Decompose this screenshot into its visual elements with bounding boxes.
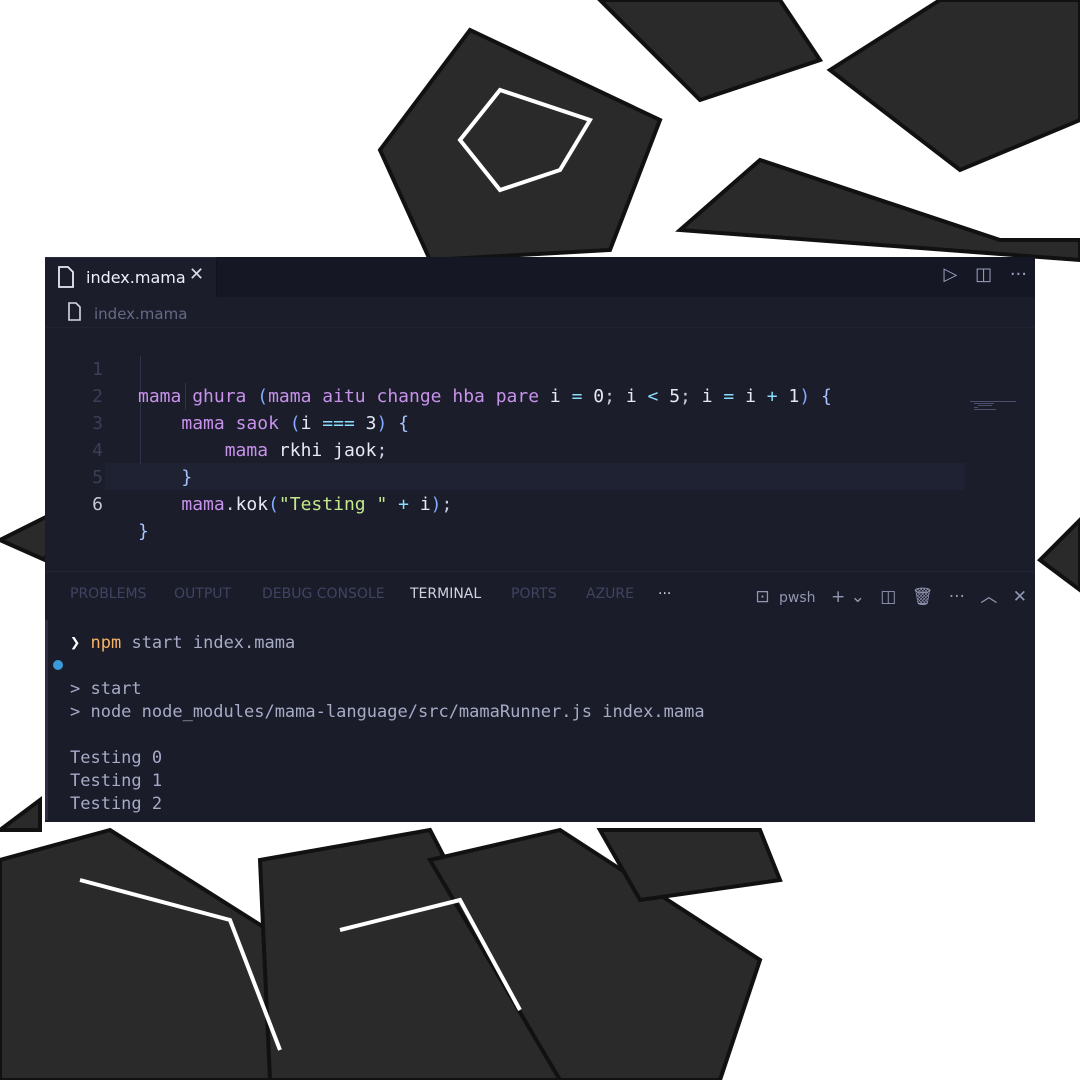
maximize-panel-icon[interactable]: ︿ xyxy=(980,587,997,607)
terminal-shell-icon[interactable]: ⊡ xyxy=(755,587,769,607)
code-line: 4 } xyxy=(45,410,965,488)
tab-ports[interactable]: PORTS xyxy=(511,586,557,602)
minimap[interactable] xyxy=(970,401,1020,411)
code-editor-window: index.mama ✕ ▷ ◫ ··· index.mama 1 mama g… xyxy=(45,257,1035,822)
breadcrumb-filename[interactable]: index.mama xyxy=(94,305,187,323)
tab-problems[interactable]: PROBLEMS xyxy=(70,586,146,602)
prompt-chevron-icon: ❯ xyxy=(70,633,81,653)
breadcrumb: index.mama xyxy=(45,297,1035,328)
split-editor-icon[interactable]: ◫ xyxy=(975,264,992,285)
bottom-panel: PROBLEMS OUTPUT DEBUG CONSOLE TERMINAL P… xyxy=(45,571,1035,822)
code-line: 2 mama saok (i === 3) { xyxy=(45,356,965,434)
code-area[interactable]: 1 mama ghura (mama aitu change hba pare … xyxy=(45,329,1035,569)
tab-debug-console[interactable]: DEBUG CONSOLE xyxy=(262,586,385,602)
file-icon xyxy=(58,266,74,288)
more-icon[interactable]: ··· xyxy=(1010,264,1027,285)
trash-icon[interactable]: 🗑 xyxy=(912,587,934,607)
file-icon xyxy=(68,302,81,321)
line-number: 6 xyxy=(92,494,103,515)
terminal-line: > node node_modules/mama-language/src/ma… xyxy=(70,702,705,722)
terminal-line: Testing 0 xyxy=(70,748,163,768)
close-icon[interactable]: ✕ xyxy=(189,264,204,285)
tab-output[interactable]: OUTPUT xyxy=(174,586,231,602)
command-decoration-dot[interactable] xyxy=(53,660,63,670)
editor-actions: ▷ ◫ ··· xyxy=(932,264,1028,285)
tab-terminal[interactable]: TERMINAL xyxy=(410,586,481,602)
shell-name[interactable]: pwsh xyxy=(779,590,816,606)
code-line: 3 mama rkhi jaok; xyxy=(45,383,965,461)
terminal-line: Testing 2 xyxy=(70,794,163,814)
tab-azure[interactable]: AZURE xyxy=(586,586,634,602)
code-line: 5 mama.kok("Testing " + i); xyxy=(45,437,965,515)
editor-tab-bar: index.mama ✕ ▷ ◫ ··· xyxy=(45,257,1035,297)
terminal-line: Testing 1 xyxy=(70,771,163,791)
split-terminal-icon[interactable]: ◫ xyxy=(880,587,896,607)
more-icon[interactable]: ··· xyxy=(949,587,965,607)
tab-index-mama[interactable]: index.mama ✕ xyxy=(45,257,217,297)
tab-filename: index.mama xyxy=(86,268,186,287)
code-line: 1 mama ghura (mama aitu change hba pare … xyxy=(45,329,965,407)
terminal-line: > start xyxy=(70,679,142,699)
terminal-command-line: ❯ npm start index.mama xyxy=(70,633,296,653)
terminal-actions: ⊡ pwsh + ⌄ ◫ 🗑 ··· ︿ ✕ xyxy=(745,582,1027,607)
close-panel-icon[interactable]: ✕ xyxy=(1013,587,1027,607)
terminal-gutter xyxy=(45,620,48,820)
run-icon[interactable]: ▷ xyxy=(944,264,958,285)
code-line: 6 } xyxy=(45,464,965,542)
more-tabs-icon[interactable]: ··· xyxy=(658,586,671,602)
new-terminal-icon[interactable]: + ⌄ xyxy=(831,587,865,607)
